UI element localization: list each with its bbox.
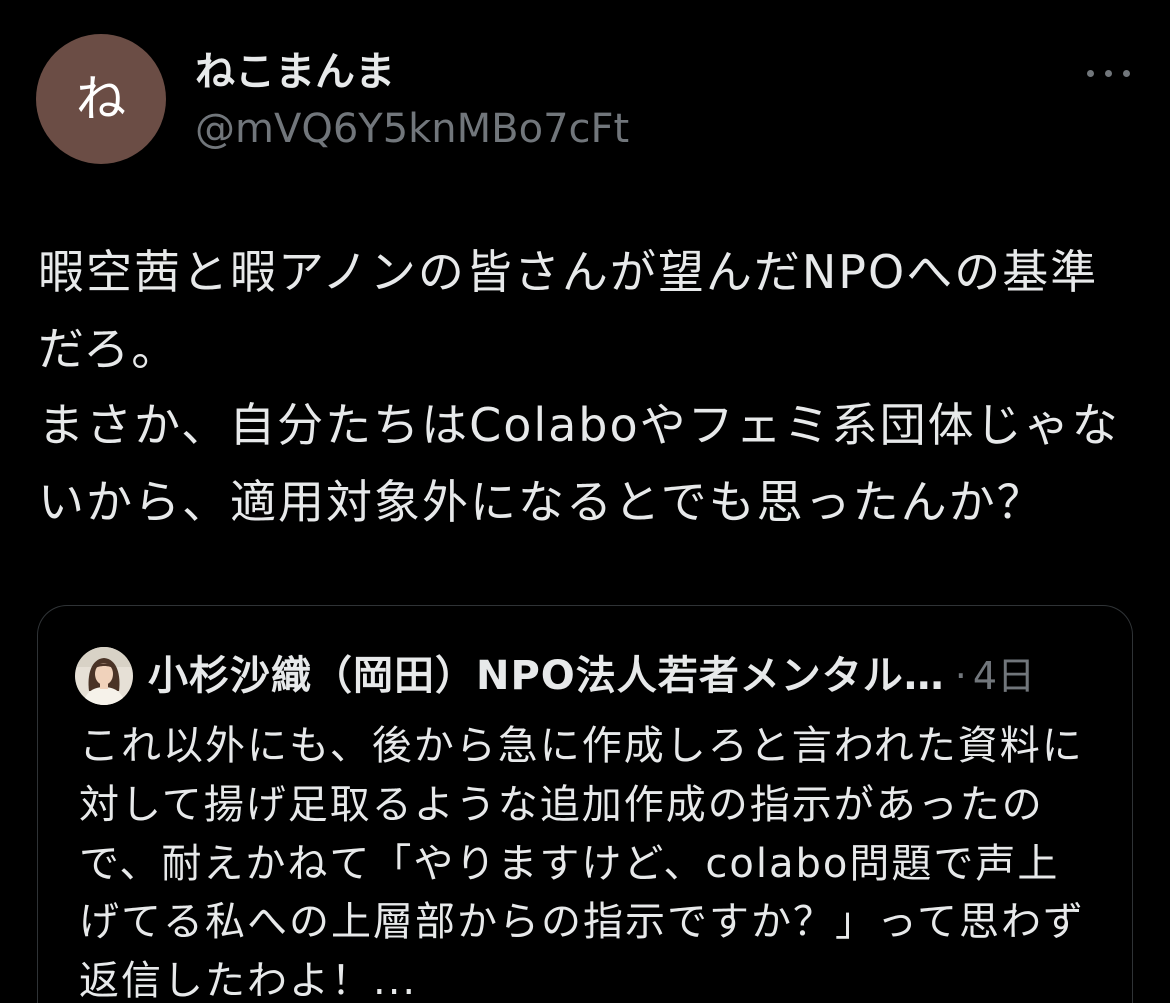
author-avatar-initial: ね	[76, 70, 126, 128]
tweet-text-line: まさか、自分たちはColaboやフェミ系団体じゃな	[38, 398, 1120, 452]
quoted-timestamp: 4日	[972, 654, 1036, 698]
quoted-author-avatar	[75, 647, 133, 705]
more-options-button[interactable]	[1080, 56, 1136, 90]
author-handle[interactable]: @mVQ6Y5knMBo7cFt	[195, 103, 629, 155]
quoted-meta-separator: ·	[954, 654, 967, 698]
tweet-text-line: 暇空茜と暇アノンの皆さんが望んだNPOへの基準	[38, 245, 1099, 299]
tweet-text-line: いから、適用対象外になるとでも思ったんか？	[38, 474, 1045, 529]
quoted-tweet-text: これ以外にも、後から急に作成しろと言われた資料に 対して揚げ足取るような追加作成…	[79, 717, 1119, 1003]
more-horizontal-icon-dot	[1104, 69, 1112, 77]
quoted-text-line: げてる私への上層部からの指示ですか？」って思わず	[79, 899, 1085, 946]
tweet-text: 暇空茜と暇アノンの皆さんが望んだNPOへの基準 だろ。 まさか、自分たちはCol…	[38, 234, 1153, 540]
more-horizontal-icon-dot	[1122, 69, 1130, 77]
author-avatar[interactable]: ね	[36, 34, 166, 164]
quoted-text-line: 返信したわよ！...	[79, 958, 418, 1003]
more-horizontal-icon	[1086, 69, 1094, 77]
quoted-text-line: で、耐えかねて「やりますけど、colabo問題で声上	[79, 840, 1060, 887]
quoted-tweet-header: 小杉沙織（岡田）NPO法人若者メンタル… · 4日	[75, 647, 1115, 705]
quoted-text-line: これ以外にも、後から急に作成しろと言われた資料に	[79, 723, 1084, 769]
quoted-author-name: 小杉沙織（岡田）NPO法人若者メンタル…	[148, 653, 945, 699]
quoted-tweet-card[interactable]: 小杉沙織（岡田）NPO法人若者メンタル… · 4日 これ以外にも、後から急に作成…	[37, 605, 1133, 1003]
quoted-text-line: 対して揚げ足取るような追加作成の指示があったの	[79, 781, 1044, 828]
tweet-text-line: だろ。	[38, 321, 180, 376]
quoted-author-photo	[75, 647, 133, 705]
author-display-name[interactable]: ねこまんま	[195, 46, 395, 98]
